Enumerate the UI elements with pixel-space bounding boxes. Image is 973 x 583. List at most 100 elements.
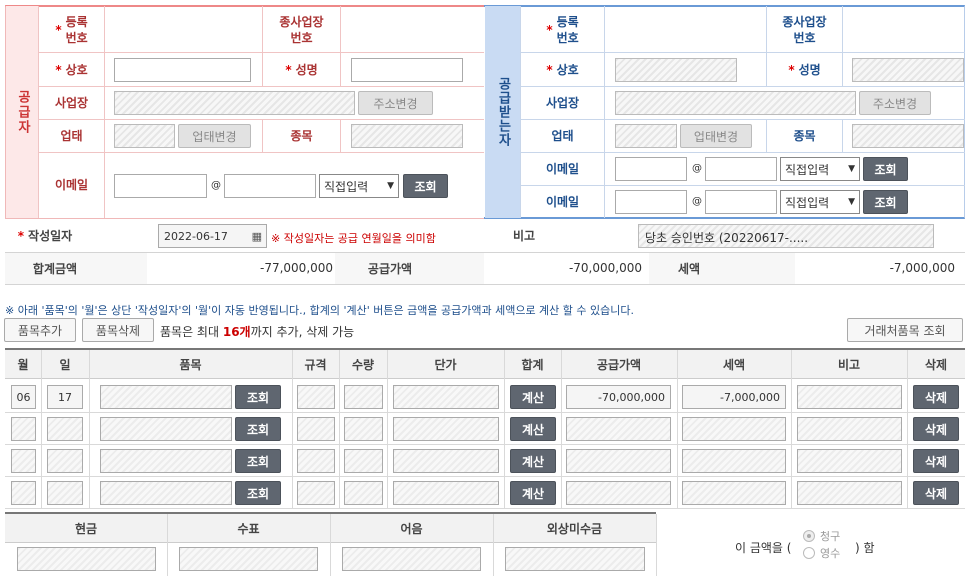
supply-value-input[interactable] <box>566 449 671 473</box>
spec-input[interactable] <box>297 481 335 505</box>
item-name-input[interactable] <box>100 385 232 409</box>
calc-button[interactable]: 계산 <box>510 481 556 505</box>
receiver-email-user-input[interactable] <box>615 157 687 181</box>
chevron-down-icon: ▼ <box>848 197 855 207</box>
row-delete-button[interactable]: 삭제 <box>913 385 959 409</box>
total-amount-value: -77,000,000 <box>260 261 334 275</box>
month-input[interactable]: 06 <box>11 385 36 409</box>
receiver-email2-lookup-button[interactable]: 조회 <box>863 190 908 214</box>
receiver-address-input[interactable] <box>615 91 856 115</box>
calc-button[interactable]: 계산 <box>510 417 556 441</box>
qty-input[interactable] <box>344 385 383 409</box>
supplier-biz-type-change-button[interactable]: 업태변경 <box>178 124 251 148</box>
supplier-workplace-no-label: 종사업장 번호 <box>279 14 324 45</box>
spec-input[interactable] <box>297 449 335 473</box>
receiver-item-input[interactable] <box>852 124 964 148</box>
row-delete-button[interactable]: 삭제 <box>913 449 959 473</box>
month-input[interactable] <box>11 449 36 473</box>
receiver-item-label: 종목 <box>793 129 816 143</box>
qty-input[interactable] <box>344 481 383 505</box>
unit-price-input[interactable] <box>393 417 499 441</box>
item-lookup-button[interactable]: 조회 <box>235 481 281 505</box>
row-delete-button[interactable]: 삭제 <box>913 417 959 441</box>
table-header-cell: 규격 <box>304 357 327 372</box>
spec-input[interactable] <box>297 385 335 409</box>
receiver-email-domain-input[interactable] <box>705 157 777 181</box>
calc-button[interactable]: 계산 <box>510 385 556 409</box>
receiver-email-lookup-button[interactable]: 조회 <box>863 157 908 181</box>
receiver-email2-user-input[interactable] <box>615 190 687 214</box>
claim-radio[interactable] <box>803 530 815 542</box>
check-input[interactable] <box>179 547 318 571</box>
qty-input[interactable] <box>344 449 383 473</box>
supply-value-input[interactable] <box>566 417 671 441</box>
receiver-email2-at: @ <box>692 196 702 207</box>
receiver-biz-type-input[interactable] <box>615 124 677 148</box>
receiver-email2-domain-select[interactable]: 직접입력 ▼ <box>780 190 860 214</box>
promissory-note-input[interactable] <box>342 547 481 571</box>
day-input[interactable] <box>47 449 83 473</box>
item-remarks-input[interactable] <box>797 481 902 505</box>
write-date-input[interactable]: 2022-06-17 ▦ <box>158 224 267 248</box>
receiver-email-domain-select[interactable]: 직접입력 ▼ <box>780 157 860 181</box>
supplier-ceo-input[interactable] <box>351 58 463 82</box>
receiver-workplace-no-label: 종사업장 번호 <box>782 14 827 45</box>
cash-input[interactable] <box>17 547 156 571</box>
supply-value-input[interactable] <box>566 481 671 505</box>
grid-line <box>340 52 341 86</box>
item-remarks-input[interactable] <box>797 385 902 409</box>
remarks-value: 당초 승인번호 (20220617-..... <box>645 231 809 245</box>
remarks-label: 비고 <box>512 229 536 243</box>
tax-value-input[interactable] <box>682 449 786 473</box>
item-name-input[interactable] <box>100 449 232 473</box>
day-input[interactable] <box>47 481 83 505</box>
supplier-item-input[interactable] <box>351 124 463 148</box>
supply-value-input[interactable]: -70,000,000 <box>566 385 671 409</box>
supplier-biz-type-input[interactable] <box>114 124 175 148</box>
receiver-name-input[interactable] <box>615 58 737 82</box>
chevron-down-icon: ▼ <box>387 181 394 191</box>
supplier-address-change-button[interactable]: 주소변경 <box>358 91 433 115</box>
receiver-ceo-input[interactable] <box>852 58 964 82</box>
row-delete-button[interactable]: 삭제 <box>913 481 959 505</box>
supplier-email-domain-input[interactable] <box>224 174 316 198</box>
tax-value-input[interactable]: -7,000,000 <box>682 385 786 409</box>
unit-price-input[interactable] <box>393 449 499 473</box>
partner-item-lookup-button[interactable]: 거래처품목 조회 <box>847 318 963 342</box>
supplier-email-domain-select[interactable]: 직접입력 ▼ <box>319 174 399 198</box>
day-input[interactable]: 17 <box>47 385 83 409</box>
item-lookup-button[interactable]: 조회 <box>235 417 281 441</box>
delete-item-button[interactable]: 품목삭제 <box>82 318 154 342</box>
item-name-input[interactable] <box>100 417 232 441</box>
receiver-biz-type-change-button[interactable]: 업태변경 <box>680 124 752 148</box>
cash-label: 현금 <box>74 521 98 536</box>
receiver-email2-domain-input[interactable] <box>705 190 777 214</box>
credit-input[interactable] <box>505 547 645 571</box>
supplier-item-label: 종목 <box>290 129 313 143</box>
tax-value-input[interactable] <box>682 417 786 441</box>
tax-value-input[interactable] <box>682 481 786 505</box>
supplier-address-input[interactable] <box>114 91 355 115</box>
add-item-button[interactable]: 품목추가 <box>4 318 76 342</box>
item-lookup-button[interactable]: 조회 <box>235 449 281 473</box>
item-lookup-button[interactable]: 조회 <box>235 385 281 409</box>
item-remarks-input[interactable] <box>797 449 902 473</box>
calc-button[interactable]: 계산 <box>510 449 556 473</box>
calendar-icon[interactable]: ▦ <box>252 230 262 243</box>
supplier-email-lookup-button[interactable]: 조회 <box>403 174 448 198</box>
receiver-ceo-label: * 성명 <box>788 62 821 77</box>
receiver-address-change-button[interactable]: 주소변경 <box>859 91 931 115</box>
month-input[interactable] <box>11 481 36 505</box>
grid-line <box>5 508 965 509</box>
unit-price-input[interactable] <box>393 385 499 409</box>
day-input[interactable] <box>47 417 83 441</box>
unit-price-input[interactable] <box>393 481 499 505</box>
receipt-radio[interactable] <box>803 547 815 559</box>
spec-input[interactable] <box>297 417 335 441</box>
supplier-name-input[interactable] <box>114 58 251 82</box>
month-input[interactable] <box>11 417 36 441</box>
supplier-email-user-input[interactable] <box>114 174 207 198</box>
item-name-input[interactable] <box>100 481 232 505</box>
qty-input[interactable] <box>344 417 383 441</box>
item-remarks-input[interactable] <box>797 417 902 441</box>
